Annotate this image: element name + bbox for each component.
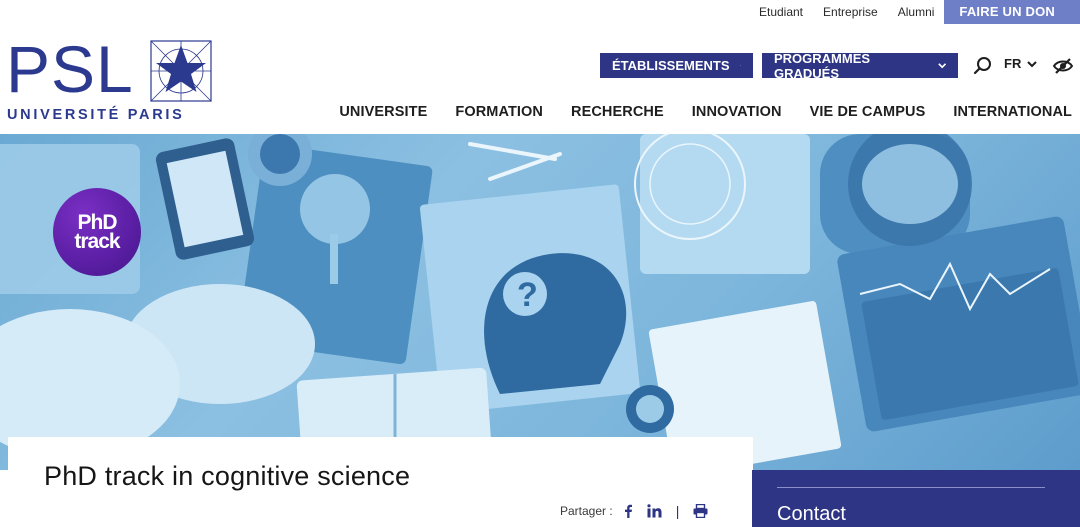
logo-subtitle: UNIVERSITÉ PARIS <box>7 107 185 123</box>
hero-illustration: ? <box>0 134 1080 470</box>
etablissements-label: ÉTABLISSEMENTS <box>612 58 730 73</box>
main-navigation: UNIVERSITE FORMATION RECHERCHE INNOVATIO… <box>311 104 1072 120</box>
sidebar-divider <box>777 487 1045 488</box>
nav-vie-de-campus[interactable]: VIE DE CAMPUS <box>810 104 926 120</box>
programmes-label: PROGRAMMES GRADUÉS <box>774 50 871 81</box>
psl-logo[interactable]: PSL UNIVERSITÉ PARIS <box>6 32 212 124</box>
language-selector[interactable]: FR <box>1004 56 1038 71</box>
hero-banner: ? PhD track <box>0 134 1080 470</box>
chevron-down-icon <box>739 65 741 67</box>
language-label: FR <box>1004 56 1022 71</box>
link-alumni[interactable]: Alumni <box>898 5 935 19</box>
phd-track-badge: PhD track <box>53 188 141 276</box>
donate-button[interactable]: FAIRE UN DON <box>944 0 1080 24</box>
nav-formation[interactable]: FORMATION <box>455 104 543 120</box>
chevron-down-icon <box>937 63 946 69</box>
share-bar: Partager : | <box>560 503 708 519</box>
contact-sidebar: Contact <box>752 470 1080 527</box>
link-etudiant[interactable]: Etudiant <box>759 5 803 19</box>
svg-text:?: ? <box>517 276 538 314</box>
logo-wordmark: PSL <box>6 32 134 106</box>
nav-innovation[interactable]: INNOVATION <box>692 104 782 120</box>
chevron-down-icon <box>1027 60 1038 67</box>
programmes-dropdown[interactable]: PROGRAMMES GRADUÉS <box>762 50 958 81</box>
eye-slash-icon[interactable] <box>1052 56 1074 76</box>
content-card: PhD track in cognitive science Partager … <box>8 437 753 527</box>
etablissements-dropdown[interactable]: ÉTABLISSEMENTS <box>600 53 753 78</box>
star-logo-icon <box>150 40 212 102</box>
search-icon[interactable] <box>973 56 993 76</box>
contact-heading[interactable]: Contact <box>777 503 846 526</box>
page-title: PhD track in cognitive science <box>44 461 411 491</box>
share-separator: | <box>675 503 680 519</box>
nav-universite[interactable]: UNIVERSITE <box>339 104 427 120</box>
print-icon[interactable] <box>693 504 708 518</box>
facebook-icon[interactable] <box>623 504 633 518</box>
nav-international[interactable]: INTERNATIONAL <box>953 104 1072 120</box>
link-entreprise[interactable]: Entreprise <box>823 5 878 19</box>
nav-recherche[interactable]: RECHERCHE <box>571 104 664 120</box>
badge-line-2: track <box>74 230 120 253</box>
linkedin-icon[interactable] <box>647 504 662 518</box>
utility-bar: Etudiant Entreprise Alumni FAIRE UN DON <box>759 0 1080 24</box>
share-label: Partager : <box>560 504 613 518</box>
